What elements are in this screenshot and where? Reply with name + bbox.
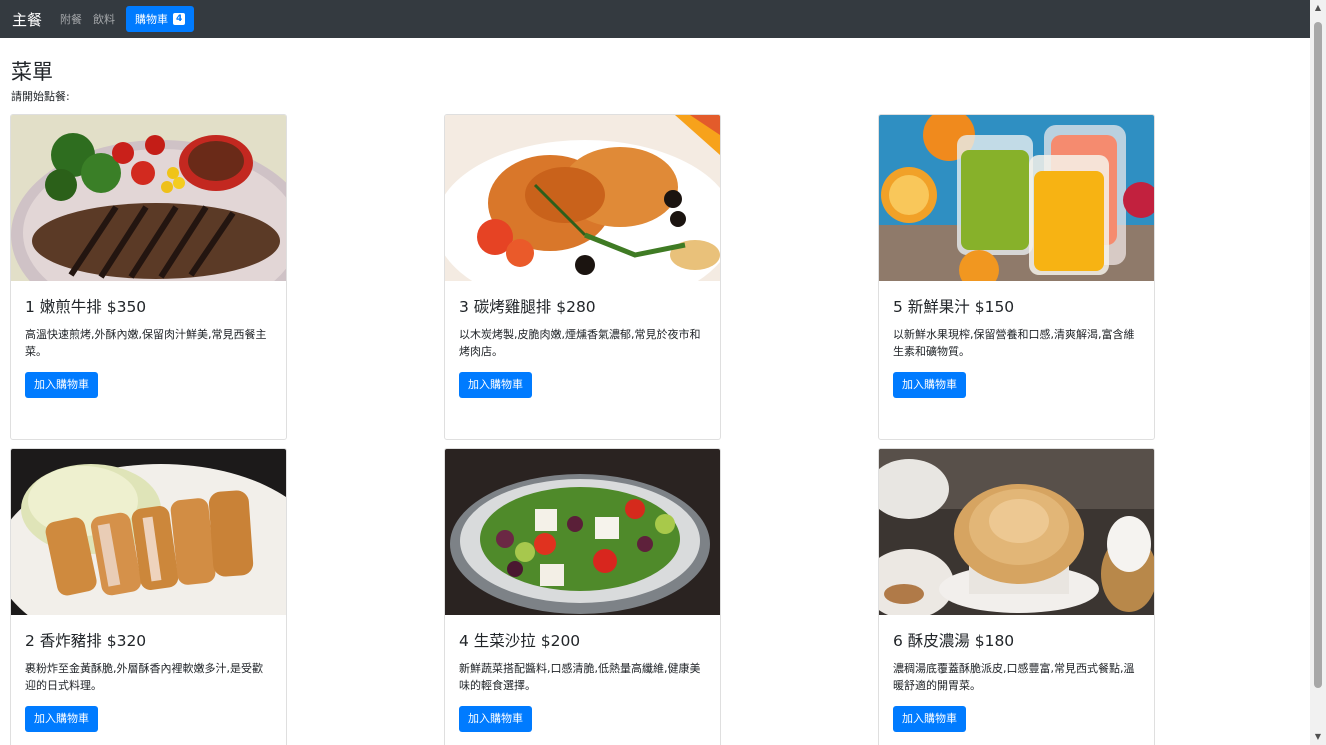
nav-main-course[interactable]: 主餐	[12, 9, 42, 30]
menu-card-salad: 4 生菜沙拉 $200 新鮮蔬菜搭配醬料,口感清脆,低熱量高纖維,健康美味的輕食…	[444, 448, 721, 745]
card-title: 6 酥皮濃湯 $180	[893, 632, 1015, 650]
menu-card-juice: 5 新鮮果汁 $150 以新鮮水果現榨,保留營養和口感,清爽解渴,富含維生素和礦…	[878, 114, 1155, 440]
page-title: 菜單	[11, 60, 53, 84]
card-description: 新鮮蔬菜搭配醬料,口感清脆,低熱量高纖維,健康美味的輕食選擇。	[459, 662, 701, 692]
puff-pastry-soup-image	[879, 449, 1154, 615]
card-description: 濃稠湯底覆蓋酥脆派皮,口感豐富,常見西式餐點,溫暖舒適的開胃菜。	[893, 662, 1135, 692]
card-description: 以新鮮水果現榨,保留營養和口感,清爽解渴,富含維生素和礦物質。	[893, 328, 1135, 358]
menu-card-steak: 1 嫩煎牛排 $350 高溫快速煎烤,外酥內嫩,保留肉汁鮮美,常見西餐主菜。 加…	[10, 114, 287, 440]
steak-image	[11, 115, 286, 281]
add-to-cart-button[interactable]: 加入購物車	[25, 706, 98, 732]
scrollbar-thumb[interactable]	[1314, 22, 1322, 688]
card-title: 3 碳烤雞腿排 $280	[459, 298, 596, 316]
card-description: 高溫快速煎烤,外酥內嫩,保留肉汁鮮美,常見西餐主菜。	[25, 328, 267, 358]
card-description: 以木炭烤製,皮脆肉嫩,煙燻香氣濃郁,常見於夜市和烤肉店。	[459, 328, 701, 358]
add-to-cart-button[interactable]: 加入購物車	[459, 372, 532, 398]
scroll-up-arrow-icon[interactable]: ▲	[1310, 0, 1326, 16]
add-to-cart-button[interactable]: 加入購物車	[893, 372, 966, 398]
add-to-cart-button[interactable]: 加入購物車	[459, 706, 532, 732]
cart-label: 購物車	[135, 13, 169, 26]
menu-card-pork-cutlet: 2 香炸豬排 $320 裹粉炸至金黃酥脆,外層酥香內裡軟嫩多汁,是受歡迎的日式料…	[10, 448, 287, 745]
top-navbar: 主餐 附餐 飲料 購物車 4	[0, 0, 1310, 38]
scroll-down-arrow-icon[interactable]: ▼	[1310, 729, 1326, 745]
card-title: 4 生菜沙拉 $200	[459, 632, 581, 650]
add-to-cart-button[interactable]: 加入購物車	[893, 706, 966, 732]
card-title: 5 新鮮果汁 $150	[893, 298, 1015, 316]
vertical-scrollbar[interactable]: ▲ ▼	[1310, 0, 1326, 745]
fresh-juice-image	[879, 115, 1154, 281]
page-subtitle: 請開始點餐:	[11, 90, 70, 103]
add-to-cart-button[interactable]: 加入購物車	[25, 372, 98, 398]
menu-card-chicken: 3 碳烤雞腿排 $280 以木炭烤製,皮脆肉嫩,煙燻香氣濃郁,常見於夜市和烤肉店…	[444, 114, 721, 440]
nav-side-dish[interactable]: 附餐	[60, 11, 82, 27]
card-description: 裹粉炸至金黃酥脆,外層酥香內裡軟嫩多汁,是受歡迎的日式料理。	[25, 662, 263, 692]
cart-count-badge: 4	[173, 13, 186, 25]
card-title: 2 香炸豬排 $320	[25, 632, 147, 650]
fried-pork-cutlet-image	[11, 449, 286, 615]
nav-cart-button[interactable]: 購物車 4	[126, 6, 195, 32]
salad-image	[445, 449, 720, 615]
nav-drinks[interactable]: 飲料	[93, 11, 115, 27]
menu-card-pastry-soup: 6 酥皮濃湯 $180 濃稠湯底覆蓋酥脆派皮,口感豐富,常見西式餐點,溫暖舒適的…	[878, 448, 1155, 745]
card-title: 1 嫩煎牛排 $350	[25, 298, 147, 316]
grilled-chicken-image	[445, 115, 720, 281]
